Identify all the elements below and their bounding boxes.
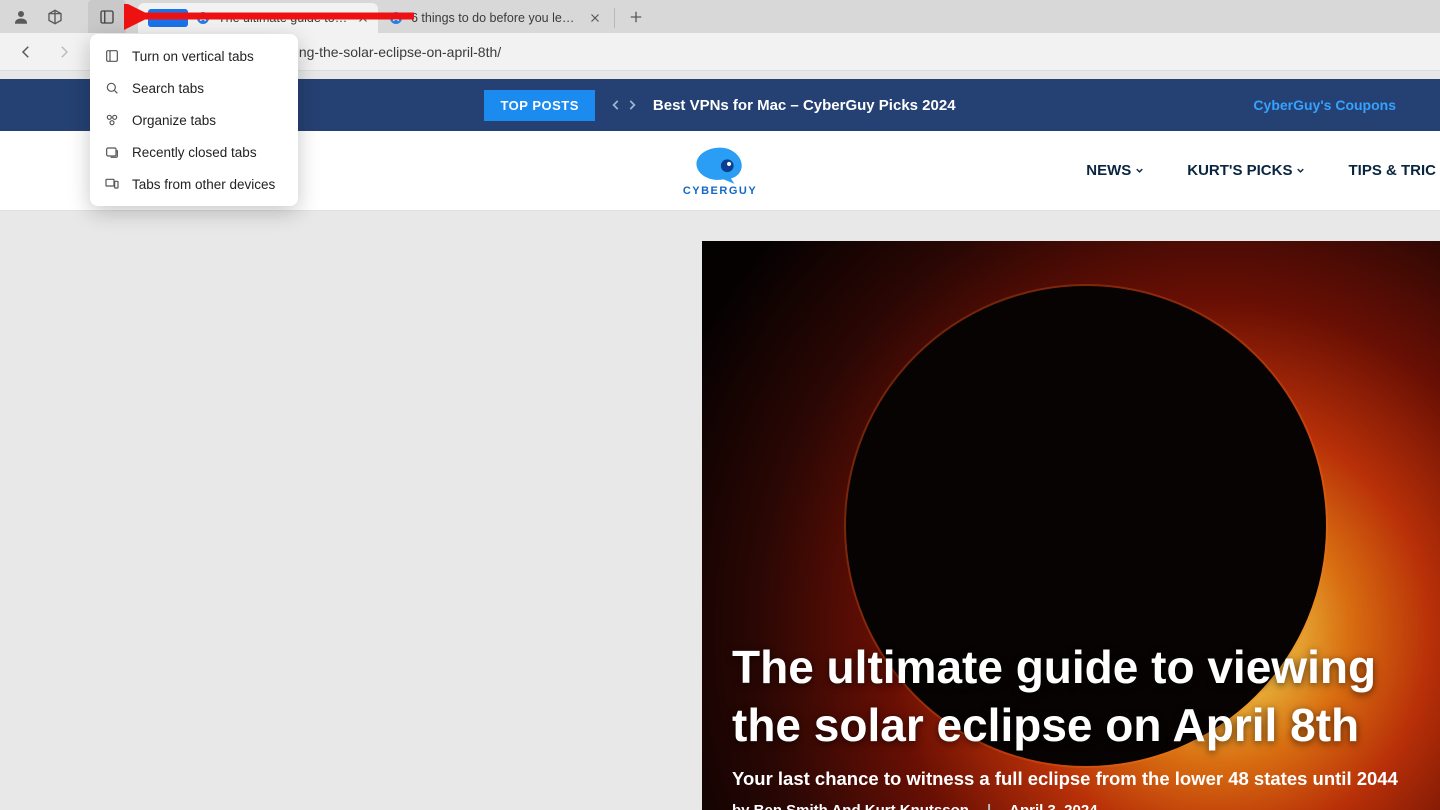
close-icon[interactable] [588, 11, 602, 25]
hero-article-card[interactable]: The ultimate guide to viewing the solar … [702, 241, 1440, 810]
hero-title: The ultimate guide to viewing the solar … [732, 639, 1420, 754]
tab-divider [614, 8, 615, 28]
nav-link-picks[interactable]: KURT'S PICKS [1187, 162, 1306, 179]
menu-item-search-tabs[interactable]: Search tabs [90, 72, 298, 104]
top-posts-pill[interactable]: TOP POSTS [484, 90, 594, 121]
profile-icon[interactable] [4, 0, 38, 33]
address-bar[interactable]: ews/ultimate-guide-to-viewing-the-solar-… [124, 44, 1430, 60]
tab-actions-menu: Turn on vertical tabs Search tabs Organi… [90, 34, 298, 206]
menu-item-recently-closed[interactable]: Recently closed tabs [90, 136, 298, 168]
next-arrow-icon[interactable] [625, 98, 639, 112]
tab-strip: The ultimate guide to viewing th 6 thing… [0, 0, 1440, 33]
tab-actions-button[interactable] [88, 0, 126, 33]
prev-arrow-icon[interactable] [609, 98, 623, 112]
tab-title: The ultimate guide to viewing th [218, 11, 349, 25]
menu-item-label: Recently closed tabs [132, 145, 257, 160]
menu-item-label: Search tabs [132, 81, 204, 96]
browser-tab[interactable]: 6 things to do before you leave a [378, 3, 610, 33]
new-tab-button[interactable] [619, 0, 653, 33]
chevron-down-icon [1295, 165, 1306, 176]
menu-item-vertical-tabs[interactable]: Turn on vertical tabs [90, 40, 298, 72]
nav-link-tips[interactable]: TIPS & TRIC [1348, 162, 1436, 179]
logo-icon [691, 144, 749, 184]
brand-name: CYBERGUY [683, 185, 757, 197]
byline-separator: | [987, 802, 991, 810]
close-icon[interactable] [356, 11, 370, 25]
brand-logo[interactable]: CYBERGUY [683, 144, 757, 197]
primary-nav: NEWS KURT'S PICKS TIPS & TRIC [1086, 162, 1440, 179]
tab-group-chip [148, 9, 188, 27]
hero-subtitle: Your last chance to witness a full eclip… [732, 768, 1420, 790]
favicon-icon [195, 10, 211, 26]
menu-item-other-devices[interactable]: Tabs from other devices [90, 168, 298, 200]
tab-title: 6 things to do before you leave a [411, 11, 581, 25]
top-posts-headline[interactable]: Best VPNs for Mac – CyberGuy Picks 2024 [653, 97, 956, 114]
hero-byline: by Ben Smith And Kurt Knutsson [732, 802, 969, 810]
browser-tab-active[interactable]: The ultimate guide to viewing th [138, 3, 378, 33]
menu-item-label: Turn on vertical tabs [132, 49, 254, 64]
favicon-icon [388, 10, 404, 26]
menu-item-label: Tabs from other devices [132, 177, 275, 192]
coupons-link[interactable]: CyberGuy's Coupons [1253, 97, 1396, 113]
back-button[interactable] [10, 36, 42, 68]
nav-link-news[interactable]: NEWS [1086, 162, 1145, 179]
workspaces-icon[interactable] [38, 0, 72, 33]
forward-button[interactable] [48, 36, 80, 68]
chevron-down-icon [1134, 165, 1145, 176]
menu-item-label: Organize tabs [132, 113, 216, 128]
hero-date: April 3, 2024 [1009, 802, 1097, 810]
menu-item-organize-tabs[interactable]: Organize tabs [90, 104, 298, 136]
